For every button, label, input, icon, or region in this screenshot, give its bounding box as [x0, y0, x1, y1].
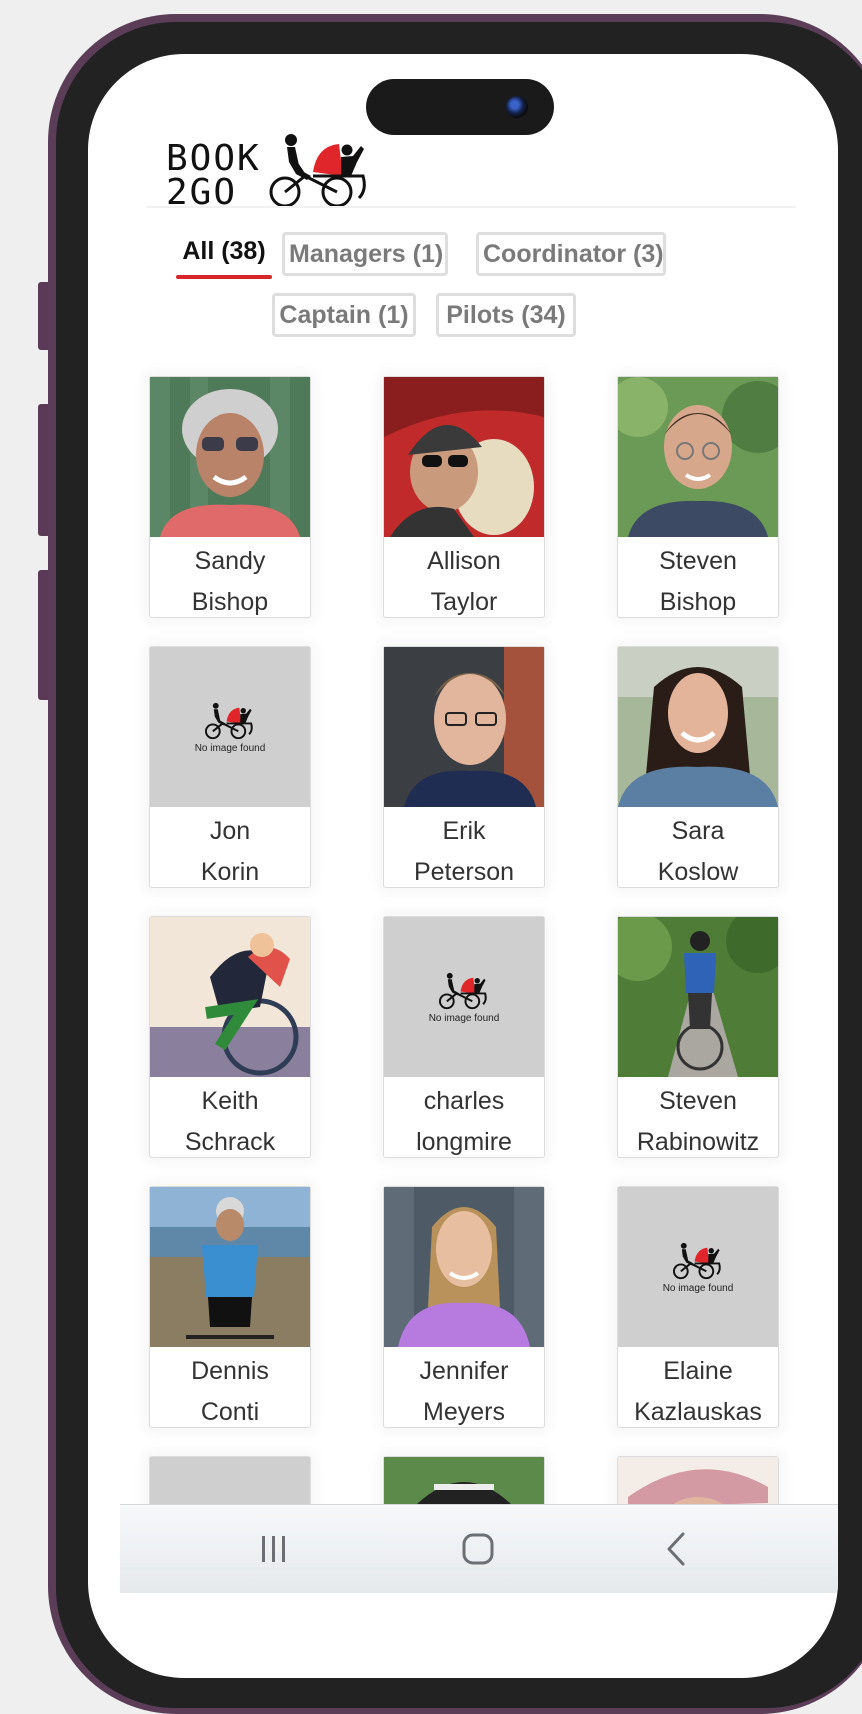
no-image-text: No image found	[662, 1282, 734, 1294]
person-card[interactable]: Keith Schrack	[149, 916, 311, 1158]
header-divider	[146, 206, 796, 208]
front-camera-icon	[506, 96, 528, 118]
tab-all-label: All (38)	[182, 237, 266, 265]
person-name: Dennis Conti	[191, 1357, 269, 1426]
no-image-placeholder: No image found	[150, 647, 310, 807]
person-name: Sandy Bishop	[191, 547, 269, 616]
tab-coordinator-label: Coordinator (3)	[483, 240, 664, 268]
person-photo	[618, 647, 778, 807]
person-card[interactable]: No image found Elaine Kazlauskas	[617, 1186, 779, 1428]
person-name: Allison Taylor	[427, 547, 501, 616]
tab-managers-label: Managers (1)	[289, 240, 444, 268]
app-content: BOOK 2GO All (38) Managers (1) Coordinat…	[88, 54, 838, 1504]
person-card[interactable]: Sandy Bishop	[149, 376, 311, 618]
person-card[interactable]: Steven Rabinowitz	[617, 916, 779, 1158]
person-photo	[150, 917, 310, 1077]
no-image-placeholder: No image found	[618, 1187, 778, 1347]
phone-screen: BOOK 2GO All (38) Managers (1) Coordinat…	[88, 54, 838, 1678]
volume-down-button[interactable]	[38, 404, 48, 536]
trishaw-logo-icon	[269, 134, 366, 208]
no-image-placeholder	[150, 1457, 310, 1504]
person-name: Steven Rabinowitz	[636, 1087, 760, 1156]
person-card[interactable]: Steven Bishop	[617, 376, 779, 618]
person-card[interactable]: Erik Peterson	[383, 646, 545, 888]
person-card-partial[interactable]	[149, 1456, 311, 1504]
tab-pilots[interactable]: Pilots (34)	[436, 293, 576, 337]
system-nav-bar	[120, 1504, 838, 1593]
trishaw-logo-icon	[204, 702, 253, 739]
person-card-partial[interactable]	[617, 1456, 779, 1504]
tab-coordinator[interactable]: Coordinator (3)	[476, 232, 666, 276]
person-photo	[384, 1457, 544, 1504]
person-photo	[384, 647, 544, 807]
trishaw-logo-icon	[438, 972, 487, 1009]
person-name: Steven Bishop	[659, 547, 737, 616]
back-button[interactable]	[636, 1505, 716, 1593]
tab-all[interactable]: All (38)	[172, 229, 276, 279]
person-name: Elaine Kazlauskas	[634, 1357, 762, 1426]
tab-pilots-label: Pilots (34)	[446, 301, 566, 329]
book2go-logo[interactable]: BOOK 2GO	[166, 132, 373, 211]
tab-managers[interactable]: Managers (1)	[282, 232, 448, 276]
tab-captain[interactable]: Captain (1)	[272, 293, 416, 337]
person-name: Jennifer Meyers	[419, 1357, 509, 1426]
person-card[interactable]: Allison Taylor	[383, 376, 545, 618]
person-photo	[150, 377, 310, 537]
person-photo	[618, 377, 778, 537]
home-button[interactable]	[438, 1505, 518, 1593]
trishaw-logo-icon	[672, 1242, 721, 1279]
power-button[interactable]	[38, 570, 48, 700]
recent-apps-button[interactable]	[234, 1505, 314, 1593]
person-name: Erik Peterson	[413, 817, 515, 886]
home-icon	[462, 1533, 494, 1565]
no-image-placeholder: No image found	[384, 917, 544, 1077]
person-card[interactable]: No image found Jon Korin	[149, 646, 311, 888]
person-photo	[618, 1457, 778, 1504]
tab-captain-label: Captain (1)	[279, 301, 409, 329]
person-card[interactable]: Jennifer Meyers	[383, 1186, 545, 1428]
dynamic-island	[366, 79, 554, 135]
active-tab-underline	[176, 275, 272, 279]
person-card[interactable]: No image found charles longmire	[383, 916, 545, 1158]
logo-wordmark: BOOK 2GO	[166, 141, 261, 211]
person-card[interactable]: Dennis Conti	[149, 1186, 311, 1428]
person-photo	[618, 917, 778, 1077]
person-name: Keith Schrack	[184, 1087, 276, 1156]
person-card-partial[interactable]	[383, 1456, 545, 1504]
no-image-text: No image found	[428, 1012, 500, 1024]
person-name: charles longmire	[416, 1087, 512, 1156]
person-photo	[150, 1187, 310, 1347]
volume-up-button[interactable]	[38, 282, 48, 350]
person-photo	[384, 377, 544, 537]
person-photo	[384, 1187, 544, 1347]
person-name: Sara Koslow	[657, 817, 739, 886]
person-card[interactable]: Sara Koslow	[617, 646, 779, 888]
no-image-text: No image found	[194, 742, 266, 754]
person-name: Jon Korin	[200, 817, 260, 886]
recent-apps-icon	[262, 1536, 285, 1562]
back-icon	[667, 1532, 685, 1566]
